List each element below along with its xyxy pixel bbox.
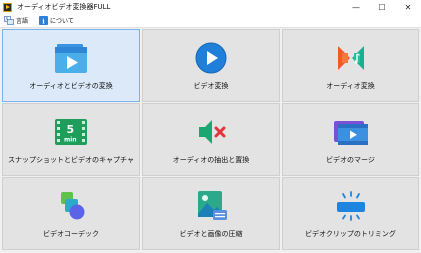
tile-video-image-compress-label: ビデオと画像の圧縮: [179, 230, 243, 238]
tile-snapshot-capture-label: スナップショットとビデオのキャプチャ: [8, 156, 134, 164]
video-trim-icon: [333, 190, 369, 222]
tile-video-image-compress[interactable]: ビデオと画像の圧縮: [142, 177, 280, 250]
audio-convert-icon: [333, 42, 369, 74]
window-title: オーディオビデオ変換器FULL: [17, 3, 111, 11]
menu-item-language-label: 言語: [16, 18, 29, 25]
close-button[interactable]: ✕: [395, 0, 421, 14]
speaker-mute-icon: [193, 116, 229, 148]
app-logo-icon: [3, 2, 12, 12]
video-merge-icon: [333, 116, 369, 148]
feature-grid: オーディオとビデオの変換 ビデオ変換 オーディオ変換 5 min スナップショッ…: [2, 29, 419, 250]
window-controls: — ☐ ✕: [343, 0, 421, 14]
video-folder-play-icon: [53, 42, 89, 74]
tile-video-codec[interactable]: ビデオコーデック: [2, 177, 140, 250]
play-circle-icon: [193, 42, 229, 74]
tile-video-merge-label: ビデオのマージ: [326, 156, 375, 164]
tile-video-codec-label: ビデオコーデック: [43, 230, 99, 238]
tile-snapshot-capture[interactable]: 5 min スナップショットとビデオのキャプチャ: [2, 103, 140, 176]
tile-video-convert-label: ビデオ変換: [193, 82, 229, 90]
tile-video-clip-trim-label: ビデオクリップのトリミング: [305, 230, 396, 238]
svg-text:A: A: [6, 17, 9, 22]
info-icon: i: [38, 16, 48, 25]
tile-video-merge[interactable]: ビデオのマージ: [282, 103, 419, 176]
codec-shapes-icon: [53, 190, 89, 222]
tile-video-convert[interactable]: ビデオ変換: [142, 29, 280, 102]
title-bar: オーディオビデオ変換器FULL — ☐ ✕: [0, 0, 421, 14]
film-5min-icon: 5 min: [53, 116, 89, 148]
menu-bar: A 言語 i について: [0, 14, 421, 28]
language-icon: A: [4, 16, 14, 25]
tile-audio-video-convert-label: オーディオとビデオの変換: [29, 82, 113, 90]
svg-text:min: min: [64, 137, 77, 144]
tile-video-clip-trim[interactable]: ビデオクリップのトリミング: [282, 177, 419, 250]
tile-audio-extract-replace[interactable]: オーディオの抽出と置換: [142, 103, 280, 176]
tile-audio-convert-label: オーディオ変換: [326, 82, 375, 90]
menu-item-language[interactable]: A 言語: [4, 16, 28, 25]
image-compress-icon: [193, 190, 229, 222]
tile-audio-extract-replace-label: オーディオの抽出と置換: [172, 156, 250, 164]
svg-text:5: 5: [67, 123, 75, 136]
menu-item-about-label: について: [50, 18, 74, 25]
menu-item-about[interactable]: i について: [38, 16, 74, 25]
minimize-button[interactable]: —: [343, 0, 369, 14]
maximize-button[interactable]: ☐: [369, 0, 395, 14]
tile-audio-convert[interactable]: オーディオ変換: [282, 29, 419, 102]
tile-audio-video-convert[interactable]: オーディオとビデオの変換: [2, 29, 140, 102]
